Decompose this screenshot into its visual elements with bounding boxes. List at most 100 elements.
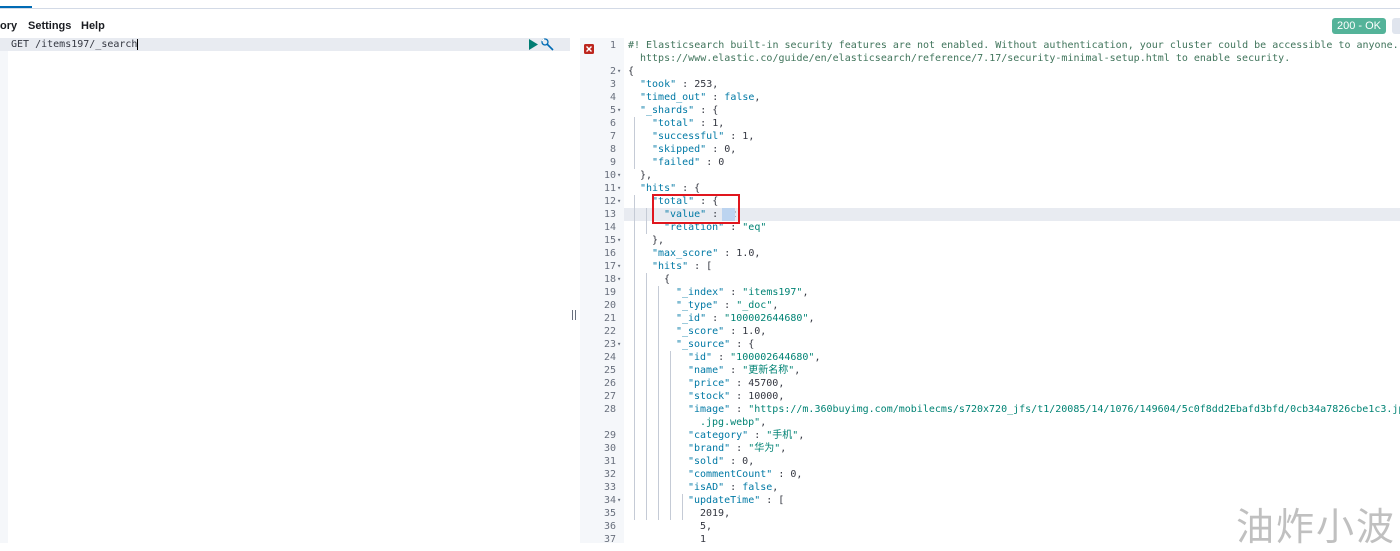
code-token: "手机"	[766, 430, 799, 441]
code-token: : 1,	[694, 118, 725, 129]
line-number: 10	[603, 170, 616, 181]
code-line: {	[664, 273, 670, 286]
indent-guide	[646, 208, 647, 234]
code-token: "skipped"	[652, 144, 707, 155]
code-token: : 45700,	[730, 378, 785, 389]
line-number: 2	[609, 66, 616, 77]
code-token: https://www.elastic.co/guide/en/elastics…	[640, 53, 1291, 64]
line-number: 16	[603, 248, 616, 259]
code-line: 5,	[700, 520, 712, 533]
code-token: #! Elasticsearch built-in security featu…	[628, 40, 1400, 51]
code-token: : 0,	[772, 469, 803, 480]
line-number: 34	[603, 495, 616, 506]
console-menu-bar: ory Settings Help	[0, 8, 1400, 38]
indent-guide	[670, 351, 671, 520]
wrench-icon[interactable]	[541, 38, 555, 51]
code-token: :	[718, 300, 737, 311]
code-token: "commentCount"	[688, 469, 773, 480]
code-token: :	[676, 79, 695, 90]
fold-toggle-icon[interactable]: ▾	[617, 260, 623, 273]
code-token: {	[628, 66, 635, 77]
menu-settings[interactable]: Settings	[28, 20, 71, 32]
code-token: : 10000,	[730, 391, 785, 402]
code-token: : {	[676, 183, 701, 194]
code-token: :	[724, 365, 743, 376]
code-token: "brand"	[688, 443, 731, 454]
fold-toggle-icon[interactable]: ▾	[617, 65, 623, 78]
line-number: 1	[609, 40, 616, 51]
code-token: "failed"	[652, 157, 701, 168]
code-token: :	[712, 352, 731, 363]
response-time-badge	[1392, 18, 1400, 34]
play-icon[interactable]	[528, 39, 538, 50]
code-token: 253	[694, 79, 713, 90]
line-number: 3	[609, 79, 616, 90]
fold-toggle-icon[interactable]: ▾	[617, 195, 623, 208]
code-token: "100002644680"	[724, 313, 809, 324]
line-number: 37	[603, 534, 616, 545]
line-number: 29	[603, 430, 616, 441]
fold-toggle-icon[interactable]: ▾	[617, 169, 623, 182]
line-number: 17	[603, 261, 616, 272]
code-line: "took" : 253,	[640, 78, 718, 91]
code-token: ,	[780, 443, 787, 454]
code-line: "id" : "100002644680",	[688, 351, 820, 364]
line-number: 8	[609, 144, 616, 155]
code-token: "items197"	[742, 287, 803, 298]
code-token: "isAD"	[688, 482, 725, 493]
fold-toggle-icon[interactable]: ▾	[617, 104, 623, 117]
code-token: ,	[794, 365, 801, 376]
request-method: GET	[11, 39, 30, 50]
line-number: 5	[609, 105, 616, 116]
code-line: "_index" : "items197",	[676, 286, 808, 299]
code-line: "brand" : "华为",	[688, 442, 786, 455]
code-token: : 1.0,	[724, 326, 767, 337]
code-token: "_shards"	[640, 105, 695, 116]
code-token: :	[724, 287, 743, 298]
code-line: "max_score" : 1.0,	[652, 247, 760, 260]
code-line: "hits" : [	[652, 260, 712, 273]
code-token: "sold"	[688, 456, 725, 467]
indent-guide	[634, 195, 635, 520]
code-token: ,	[712, 79, 719, 90]
fold-toggle-icon[interactable]: ▾	[617, 338, 623, 351]
line-number: 14	[603, 222, 616, 233]
line-number: 18	[603, 274, 616, 285]
annotation-box	[652, 194, 740, 224]
menu-help[interactable]: Help	[81, 20, 105, 32]
code-token: "successful"	[652, 131, 725, 142]
code-token: "name"	[688, 365, 725, 376]
code-token: ,	[760, 417, 767, 428]
code-token: "_id"	[676, 313, 707, 324]
code-token: :	[706, 313, 725, 324]
code-token: "华为"	[748, 443, 781, 454]
request-line[interactable]: GET /items197/_search	[11, 38, 139, 51]
response-viewer[interactable]: 1 #! Elasticsearch built-in security feat…	[580, 38, 1400, 545]
code-line: "name" : "更新名称",	[688, 364, 800, 377]
fold-toggle-icon[interactable]: ▾	[617, 273, 623, 286]
fold-toggle-icon[interactable]: ▾	[617, 234, 623, 247]
pane-resizer-icon[interactable]	[571, 308, 577, 322]
fold-toggle-icon[interactable]: ▾	[617, 494, 623, 507]
code-token: },	[640, 170, 653, 181]
code-token: {	[664, 274, 671, 285]
code-token: :	[724, 482, 743, 493]
code-token: "_index"	[676, 287, 725, 298]
code-token: : [	[760, 495, 785, 506]
code-token: "updateTime"	[688, 495, 761, 506]
code-line: "category" : "手机",	[688, 429, 804, 442]
code-token: "_score"	[676, 326, 725, 337]
code-token: "timed_out"	[640, 92, 707, 103]
code-line: "skipped" : 0,	[652, 143, 736, 156]
indent-guide	[646, 273, 647, 520]
fold-toggle-icon[interactable]: ▾	[617, 182, 623, 195]
code-token: : 1.0,	[718, 248, 761, 259]
code-token: ,	[754, 92, 761, 103]
code-line: "isAD" : false,	[688, 481, 778, 494]
menu-history[interactable]: ory	[0, 20, 17, 32]
code-token: .jpg.webp"	[700, 417, 761, 428]
line-number: 36	[603, 521, 616, 532]
indent-guide	[658, 286, 659, 520]
code-token: :	[706, 92, 725, 103]
request-editor[interactable]: GET /items197/_search	[0, 38, 570, 543]
